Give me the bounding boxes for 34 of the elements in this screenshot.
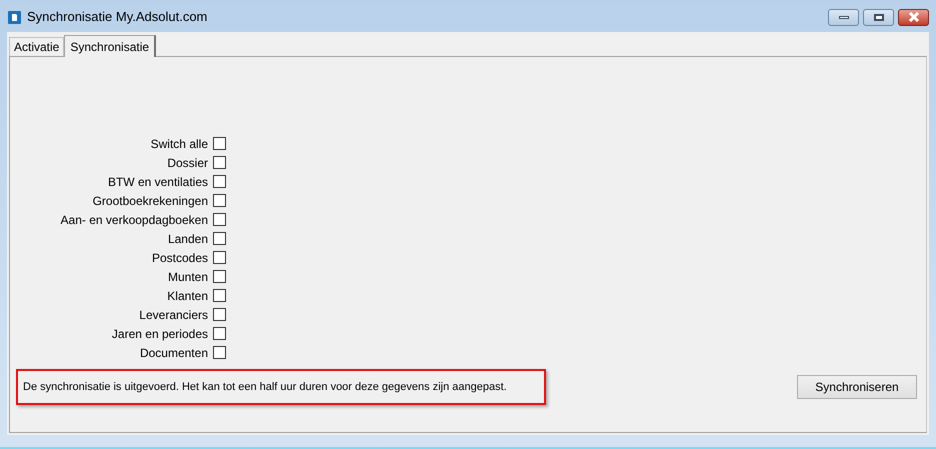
tab[interactable]: Synchronisatie bbox=[64, 35, 156, 57]
synchronize-button[interactable]: Synchroniseren bbox=[797, 375, 917, 399]
option-label: Dossier bbox=[167, 154, 208, 172]
window-title: Synchronisatie My.Adsolut.com bbox=[27, 8, 208, 26]
checkbox[interactable] bbox=[213, 327, 226, 340]
checkbox[interactable] bbox=[213, 270, 226, 283]
checkbox[interactable] bbox=[213, 156, 226, 169]
option-label: Landen bbox=[168, 230, 208, 248]
status-message: De synchronisatie is uitgevoerd. Het kan tot een half uur duren voor deze gegevens zijn aangepast. bbox=[23, 380, 507, 395]
close-icon bbox=[908, 12, 920, 22]
checkbox[interactable] bbox=[213, 213, 226, 226]
checkbox[interactable] bbox=[213, 194, 226, 207]
option-label: Klanten bbox=[167, 288, 208, 304]
option-label: Jaren en periodes bbox=[112, 326, 208, 342]
option-label: Switch alle bbox=[150, 136, 208, 152]
option-label: Postcodes bbox=[152, 250, 208, 266]
checkbox[interactable] bbox=[213, 251, 226, 264]
option-label: Munten bbox=[168, 268, 208, 286]
option-label: Grootboekrekeningen bbox=[92, 192, 208, 210]
app-icon bbox=[8, 10, 21, 24]
option-label: Aan- en verkoopdagboeken bbox=[60, 212, 208, 228]
checkbox[interactable] bbox=[213, 232, 226, 245]
option-label: Documenten bbox=[140, 344, 208, 362]
option-label: Leveranciers bbox=[139, 306, 208, 324]
checkbox[interactable] bbox=[213, 289, 226, 302]
option-label: BTW en ventilaties bbox=[108, 174, 208, 190]
checkbox[interactable] bbox=[213, 175, 226, 188]
close-button[interactable] bbox=[898, 8, 929, 26]
checkbox[interactable] bbox=[213, 137, 226, 150]
checkbox[interactable] bbox=[213, 346, 226, 359]
minimize-button[interactable] bbox=[828, 8, 859, 26]
maximize-button[interactable] bbox=[863, 8, 894, 26]
checkbox[interactable] bbox=[213, 308, 226, 321]
tab[interactable]: Activatie bbox=[9, 37, 64, 56]
